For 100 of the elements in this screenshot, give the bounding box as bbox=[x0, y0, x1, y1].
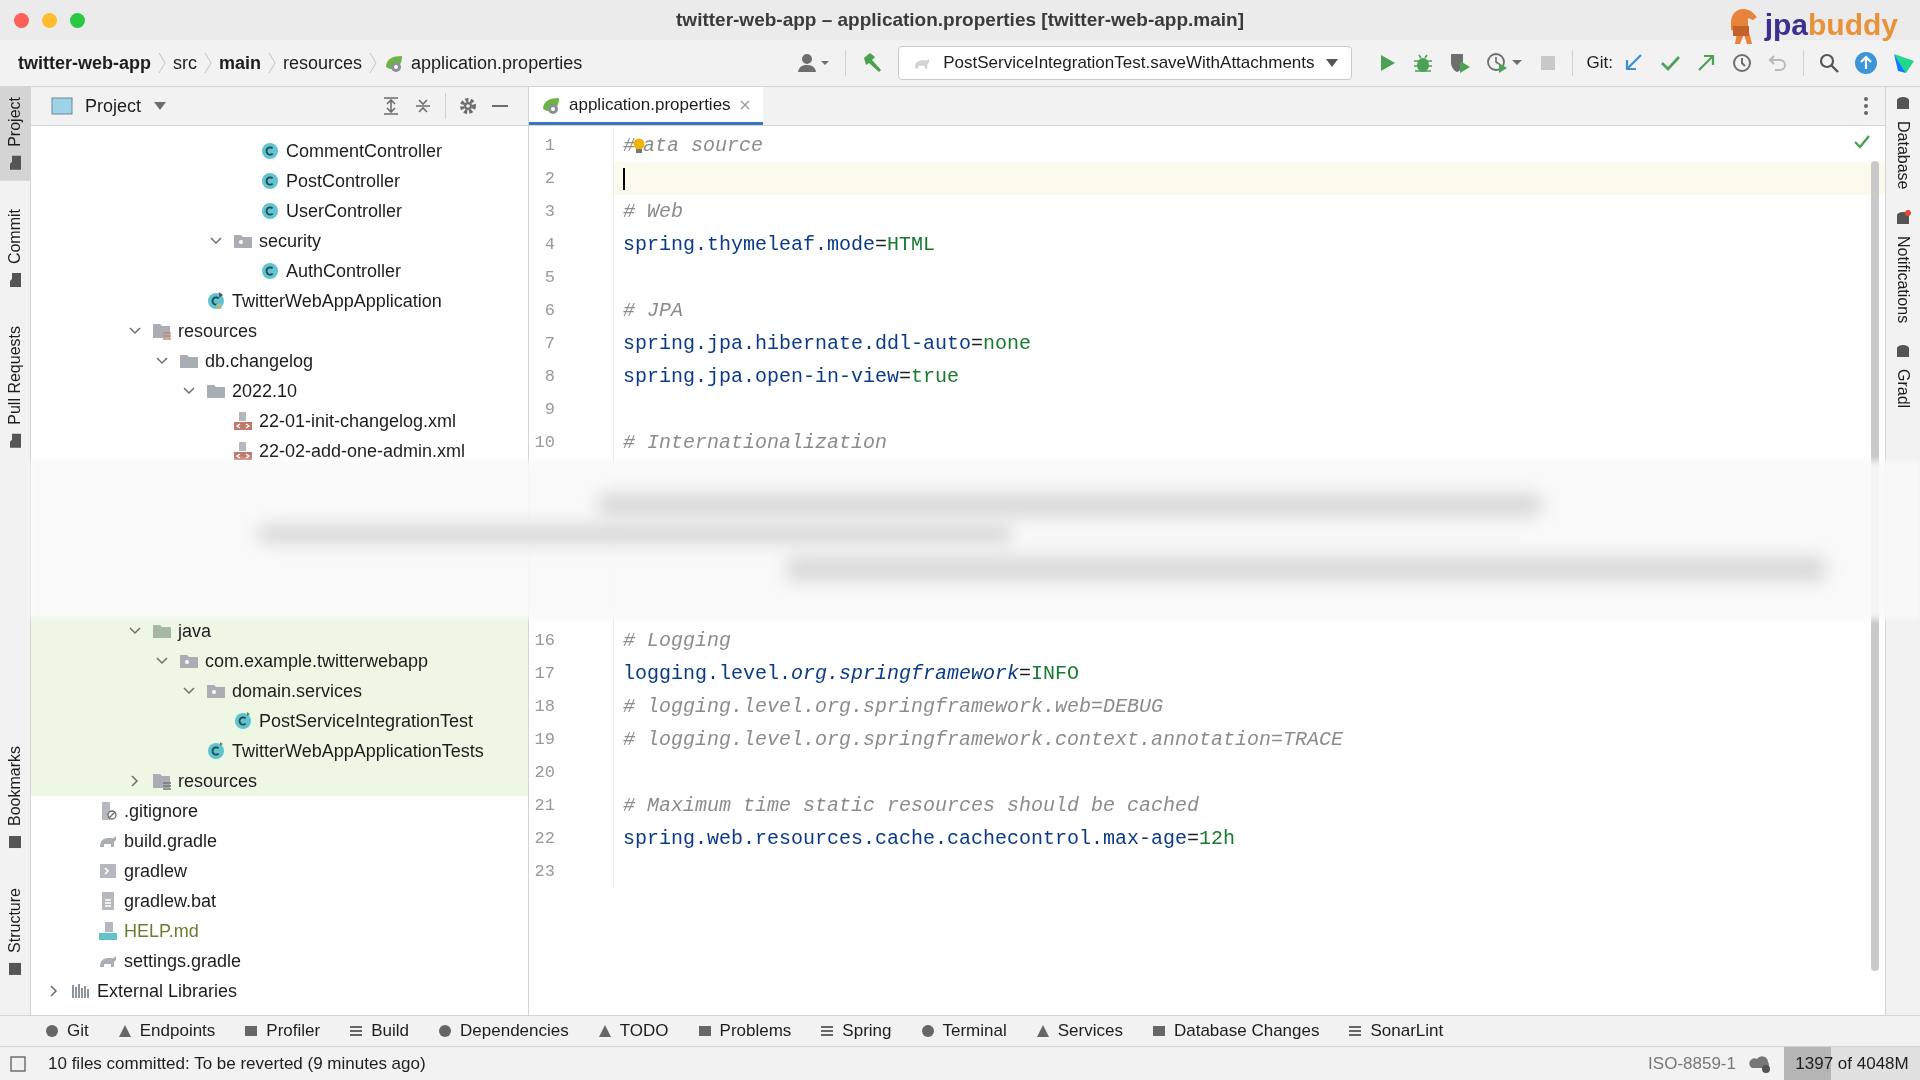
tool-window-tab[interactable]: Bookmarks bbox=[0, 736, 30, 861]
tool-window-tab[interactable]: Structure bbox=[0, 878, 30, 987]
tree-item[interactable]: TwitterWebAppApplication bbox=[232, 290, 442, 312]
line-number: 23 bbox=[534, 862, 555, 881]
text-caret bbox=[623, 167, 625, 190]
caret-icon bbox=[1324, 58, 1339, 68]
tool-window-tab[interactable]: Terminal bbox=[919, 1021, 1007, 1041]
tree-item[interactable]: TwitterWebAppApplicationTests bbox=[232, 740, 484, 762]
line-number: 8 bbox=[544, 367, 555, 386]
tree-item[interactable]: 22-01-init-changelog.xml bbox=[259, 410, 457, 432]
breadcrumb[interactable]: src bbox=[173, 52, 197, 74]
tool-window-tab[interactable]: Notifications bbox=[1894, 209, 1912, 323]
tree-item[interactable]: security bbox=[259, 230, 321, 252]
class-icon bbox=[260, 171, 280, 191]
panel-toggle-icon[interactable] bbox=[10, 1055, 26, 1072]
close-icon[interactable] bbox=[738, 98, 751, 111]
tree-item[interactable]: CommentController bbox=[286, 140, 443, 162]
code-line: logging.level.org.springframework=INFO bbox=[623, 662, 1080, 685]
code-line: spring.web.resources.cache.cachecontrol.max-age=12h bbox=[623, 827, 1236, 850]
bug-icon[interactable] bbox=[1411, 52, 1434, 74]
code-comment: # bbox=[623, 134, 635, 157]
tree-item[interactable]: resources bbox=[178, 770, 258, 792]
tool-window-tab[interactable]: SonarLint bbox=[1347, 1021, 1444, 1041]
breadcrumb[interactable]: twitter-web-app bbox=[18, 52, 151, 74]
tool-window-tab[interactable]: Pull Requests bbox=[0, 315, 30, 459]
tree-item[interactable]: External Libraries bbox=[97, 980, 238, 1002]
settings-icon[interactable] bbox=[458, 96, 478, 116]
tool-window-tab[interactable]: Services bbox=[1034, 1021, 1123, 1041]
tree-item[interactable]: com.example.twitterwebapp bbox=[205, 650, 429, 672]
tree-item[interactable]: AuthController bbox=[286, 260, 402, 282]
tree-item[interactable]: UserController bbox=[286, 200, 403, 222]
run-configuration-dropdown[interactable]: PostServiceIntegrationTest.saveWithAttachments bbox=[898, 46, 1352, 80]
more-icon[interactable] bbox=[1863, 96, 1869, 116]
cloud-gear-icon[interactable] bbox=[1748, 1053, 1772, 1074]
tool-window-tab[interactable]: Database bbox=[1894, 95, 1912, 190]
tool-window-tab[interactable]: Problems bbox=[696, 1021, 792, 1041]
tree-item[interactable]: PostController bbox=[286, 170, 401, 192]
code-comment: # Internationalization bbox=[623, 431, 888, 454]
xml-file-icon bbox=[233, 411, 253, 431]
code-comment: # logging.level.org.springframework.context.annotation=TRACE bbox=[623, 728, 1344, 751]
tool-window-tab[interactable]: Commit bbox=[0, 198, 30, 298]
leaf-gear-icon bbox=[384, 53, 405, 73]
history-icon[interactable] bbox=[1731, 52, 1753, 74]
tool-window-icon bbox=[437, 1023, 454, 1039]
close-window-button[interactable] bbox=[14, 12, 29, 28]
tool-window-icon bbox=[7, 834, 23, 851]
tool-window-tab[interactable]: Profiler bbox=[243, 1021, 321, 1041]
tool-window-tab[interactable]: Git bbox=[44, 1021, 89, 1041]
code-comment: ata source bbox=[643, 134, 764, 157]
memory-indicator[interactable]: 1397 of 4048M bbox=[1784, 1047, 1920, 1080]
tree-item[interactable]: java bbox=[178, 620, 212, 642]
upload-icon[interactable] bbox=[1854, 51, 1878, 75]
line-number: 18 bbox=[534, 697, 555, 716]
tool-window-icon bbox=[116, 1023, 133, 1039]
tree-item[interactable]: 22-02-add-one-admin.xml bbox=[259, 440, 466, 462]
breadcrumb[interactable]: resources bbox=[283, 52, 363, 74]
tree-item[interactable]: resources bbox=[178, 320, 258, 342]
tree-item[interactable]: db.changelog bbox=[205, 350, 314, 372]
tool-window-icon bbox=[1150, 1023, 1167, 1039]
tree-item[interactable]: gradlew.bat bbox=[124, 890, 217, 912]
class-icon bbox=[206, 741, 226, 761]
search-icon[interactable] bbox=[1818, 52, 1840, 74]
breadcrumb[interactable]: main bbox=[219, 52, 261, 74]
check-icon bbox=[1853, 133, 1871, 151]
panel-title[interactable]: Project bbox=[85, 95, 142, 117]
editor-tab[interactable]: application.properties bbox=[529, 87, 763, 125]
tree-item[interactable]: domain.services bbox=[232, 680, 363, 702]
tree-item[interactable]: settings.gradle bbox=[124, 950, 242, 972]
tree-item[interactable]: build.gradle bbox=[124, 830, 218, 852]
clock-play-icon[interactable] bbox=[1485, 52, 1524, 74]
tool-window-tab[interactable]: Spring bbox=[819, 1021, 892, 1041]
tool-window-icon bbox=[243, 1023, 260, 1039]
tool-window-tab[interactable]: Build bbox=[348, 1021, 410, 1041]
plugin-icon[interactable] bbox=[1892, 51, 1916, 75]
tool-window-tab[interactable]: Dependencies bbox=[437, 1021, 569, 1041]
user-icon[interactable] bbox=[797, 52, 832, 74]
tool-window-tab[interactable]: Project bbox=[0, 87, 30, 181]
line-number: 20 bbox=[534, 763, 555, 782]
line-number: 4 bbox=[544, 235, 555, 254]
caret-icon[interactable] bbox=[153, 101, 168, 111]
tree-item[interactable]: PostServiceIntegrationTest bbox=[259, 710, 474, 732]
line-number: 7 bbox=[544, 334, 555, 353]
line-number: 1 bbox=[544, 136, 555, 155]
tree-item[interactable]: HELP.md bbox=[124, 920, 199, 942]
code-line: spring.jpa.hibernate.ddl-auto=none bbox=[623, 332, 1032, 355]
expand-all-icon[interactable] bbox=[381, 96, 401, 116]
tool-window-tab[interactable]: Database Changes bbox=[1150, 1021, 1320, 1041]
code-comment: # JPA bbox=[623, 299, 683, 322]
tree-item[interactable]: 2022.10 bbox=[232, 380, 298, 402]
line-number: 9 bbox=[544, 400, 555, 419]
tree-item[interactable]: .gitignore bbox=[124, 800, 199, 822]
tool-window-tab[interactable]: TODO bbox=[596, 1021, 669, 1041]
tool-window-tab[interactable]: Gradl bbox=[1894, 342, 1912, 408]
tool-window-icon bbox=[44, 1023, 60, 1039]
lightbulb-icon[interactable] bbox=[633, 136, 645, 155]
tree-item[interactable]: gradlew bbox=[124, 860, 188, 882]
encoding-label[interactable]: ISO-8859-1 bbox=[1648, 1053, 1736, 1074]
breadcrumb[interactable]: application.properties bbox=[411, 52, 583, 74]
tool-window-tab[interactable]: Endpoints bbox=[116, 1021, 216, 1041]
line-number: 5 bbox=[544, 268, 555, 287]
